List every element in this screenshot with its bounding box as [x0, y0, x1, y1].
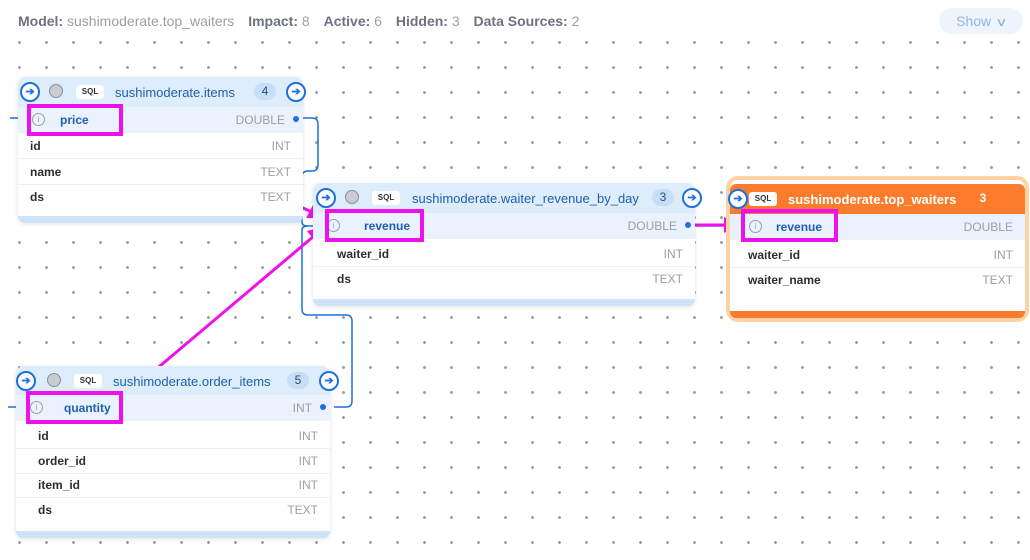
column-type: TEXT	[287, 503, 318, 517]
node-title[interactable]: sushimoderate.waiter_revenue_by_day	[412, 191, 639, 206]
column-type: INT	[298, 454, 318, 468]
column-name: waiter_name	[748, 273, 821, 287]
column-count-badge: 5	[287, 372, 309, 389]
column-type: TEXT	[982, 273, 1013, 287]
column-row[interactable]: i revenue DOUBLE	[313, 213, 695, 239]
column-name: revenue	[776, 220, 823, 234]
column-row[interactable]: waiter_id INT	[730, 242, 1025, 268]
column-row[interactable]: ds TEXT	[313, 266, 695, 291]
node-waiter-revenue-header: ➔ SQL sushimoderate.waiter_revenue_by_da…	[313, 183, 702, 213]
column-type: INT	[271, 139, 291, 153]
arrow-right-circle-icon[interactable]: ➔	[286, 82, 306, 102]
sql-badge: SQL	[76, 85, 104, 99]
column-port[interactable]	[320, 404, 326, 410]
column-row[interactable]: i quantity INT	[16, 395, 330, 421]
column-type: TEXT	[260, 190, 291, 204]
column-type: TEXT	[260, 165, 291, 179]
column-port[interactable]	[685, 222, 691, 228]
column-count-badge: 4	[254, 83, 276, 100]
column-type: INT	[292, 401, 312, 415]
sql-badge: SQL	[749, 192, 777, 206]
column-name: waiter_id	[337, 247, 390, 261]
node-footer	[730, 311, 1025, 318]
sql-badge: SQL	[372, 191, 400, 205]
arrow-right-circle-icon[interactable]: ➔	[20, 82, 40, 102]
info-icon: i	[30, 401, 43, 414]
column-row[interactable]: name TEXT	[18, 159, 303, 185]
column-row[interactable]: waiter_id INT	[313, 241, 695, 267]
arrow-right-circle-icon[interactable]: ➔	[728, 189, 748, 209]
column-row[interactable]: i price DOUBLE	[18, 107, 303, 133]
column-name: ds	[38, 503, 53, 517]
column-count-badge: 3	[979, 191, 987, 205]
column-name: id	[38, 429, 49, 443]
node-footer	[313, 299, 695, 306]
column-name: ds	[337, 272, 352, 286]
column-type: INT	[298, 478, 318, 492]
node-waiter-revenue-by-day[interactable]: ➔ SQL sushimoderate.waiter_revenue_by_da…	[313, 183, 702, 306]
column-row[interactable]: ds TEXT	[16, 497, 330, 522]
column-row[interactable]: i revenue DOUBLE	[730, 214, 1025, 240]
node-footer	[18, 216, 303, 223]
column-name: name	[30, 165, 62, 179]
arrow-right-circle-icon[interactable]: ➔	[16, 371, 36, 391]
node-order-items-header: ➔ SQL sushimoderate.order_items 5 ➔	[16, 366, 339, 396]
column-type: INT	[993, 248, 1013, 262]
column-row[interactable]: item_id INT	[16, 472, 330, 498]
status-dot-icon	[47, 373, 61, 387]
node-top-waiters[interactable]: ➔ SQL sushimoderate.top_waiters 3 i reve…	[726, 176, 1029, 322]
node-title[interactable]: sushimoderate.items	[115, 85, 235, 100]
column-type: TEXT	[652, 272, 683, 286]
node-title[interactable]: sushimoderate.order_items	[113, 374, 271, 389]
status-dot-icon	[49, 84, 63, 98]
column-row[interactable]: waiter_name TEXT	[730, 267, 1025, 292]
column-name: item_id	[38, 478, 81, 492]
column-name: price	[60, 113, 89, 127]
column-type: DOUBLE	[627, 219, 677, 233]
column-type: INT	[298, 429, 318, 443]
arrow-right-circle-icon[interactable]: ➔	[682, 188, 702, 208]
sql-badge: SQL	[74, 374, 102, 388]
column-name: quantity	[64, 401, 111, 415]
node-top-waiters-header: ➔ SQL sushimoderate.top_waiters 3	[728, 184, 1025, 214]
node-order-items[interactable]: ➔ SQL sushimoderate.order_items 5 ➔ i qu…	[16, 366, 339, 538]
status-dot-icon	[345, 190, 359, 204]
column-type: INT	[663, 247, 683, 261]
column-count-badge: 3	[652, 189, 674, 206]
column-type: DOUBLE	[963, 220, 1013, 234]
column-name: order_id	[38, 454, 87, 468]
node-title[interactable]: sushimoderate.top_waiters	[788, 192, 956, 207]
info-icon: i	[749, 220, 762, 233]
column-row[interactable]: ds TEXT	[18, 184, 303, 209]
column-row[interactable]: order_id INT	[16, 448, 330, 474]
arrow-right-circle-icon[interactable]: ➔	[319, 371, 339, 391]
info-icon: i	[32, 113, 45, 126]
node-items[interactable]: ➔ SQL sushimoderate.items 4 ➔ i price DO…	[18, 77, 306, 223]
arrow-right-circle-icon[interactable]: ➔	[316, 188, 336, 208]
column-port[interactable]	[293, 116, 299, 122]
node-footer	[16, 531, 330, 538]
column-row[interactable]: id INT	[16, 423, 330, 449]
info-icon: i	[327, 219, 340, 232]
column-name: revenue	[364, 219, 411, 233]
column-name: ds	[30, 190, 45, 204]
column-name: waiter_id	[748, 248, 801, 262]
column-row[interactable]: id INT	[18, 133, 303, 159]
column-type: DOUBLE	[235, 113, 285, 127]
node-items-header: ➔ SQL sushimoderate.items 4 ➔	[18, 77, 306, 107]
column-name: id	[30, 139, 41, 153]
